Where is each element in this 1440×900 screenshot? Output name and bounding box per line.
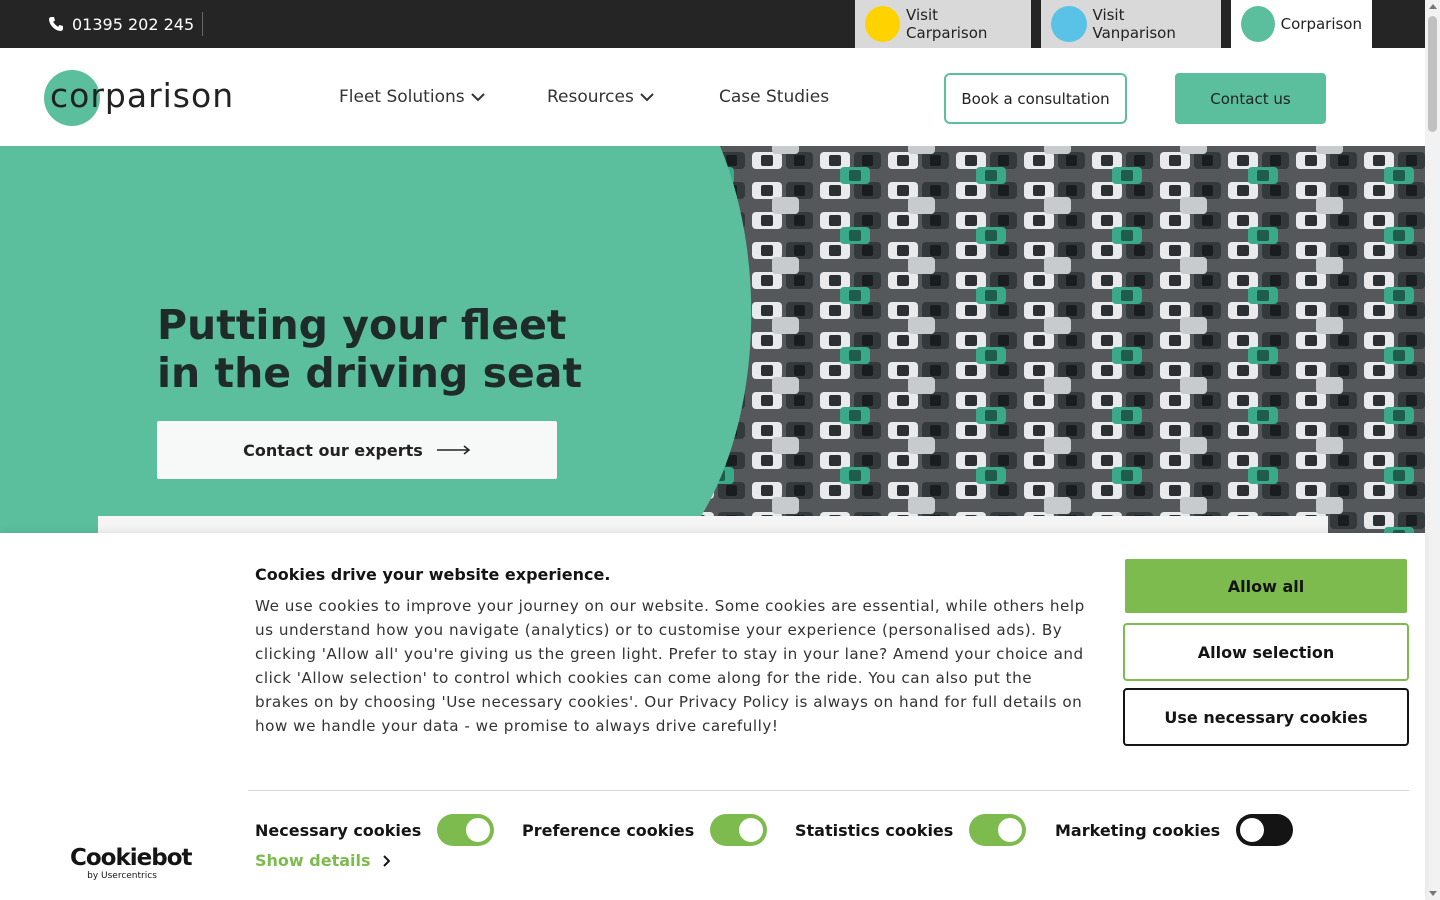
corparison-logo[interactable]: corparison [44,70,244,126]
nav-resources-label: Resources [547,87,634,107]
toggle-knob [466,818,491,842]
statistics-cookies-toggle[interactable] [969,814,1027,846]
corparison-tab[interactable]: Corparison [1231,0,1372,48]
toggle-knob [1240,818,1265,842]
cookie-description: We use cookies to improve your journey o… [255,597,1085,735]
hero-card-edge [98,516,1328,533]
visit-carparison-tab[interactable]: Visit Carparison [855,0,1031,48]
marketing-cookies-toggle-group: Marketing cookies [1055,812,1294,848]
preference-cookies-toggle-group: Preference cookies [522,812,768,848]
preference-cookies-toggle[interactable] [710,814,768,846]
toggle-knob [998,818,1023,842]
use-necessary-cookies-button[interactable]: Use necessary cookies [1123,688,1409,746]
cookiebot-brand-by: by Usercentrics [87,871,157,881]
vanparison-dot-icon [1051,6,1087,42]
cookiebot-logo[interactable]: Cookiebot by Usercentrics [70,845,193,882]
contact-our-experts-button[interactable]: Contact our experts [157,421,557,479]
nav-fleet-solutions[interactable]: Fleet Solutions [339,48,485,146]
show-details-link[interactable]: Show details [255,851,390,870]
cookiebot-brand-name: Cookiebot [70,845,193,871]
phone-number: 01395 202 245 [72,14,195,34]
necessary-cookies-label: Necessary cookies [255,820,422,840]
marketing-cookies-label: Marketing cookies [1055,820,1221,840]
phone-icon [49,17,63,31]
statistics-cookies-label: Statistics cookies [795,820,954,840]
chevron-down-icon [470,92,485,101]
book-consultation-button[interactable]: Book a consultation [944,73,1127,124]
hero-title-line1: Putting your fleet [157,301,567,349]
corparison-label: Corparison [1280,15,1362,33]
page-scrollbar[interactable] [1425,0,1440,900]
marketing-cookies-toggle[interactable] [1236,814,1294,846]
visit-carparison-label: Visit Carparison [906,6,988,42]
allow-all-button[interactable]: Allow all [1125,559,1407,613]
visit-vanparison-label: Visit Vanparison [1092,6,1176,42]
visit-vanparison-tab[interactable]: Visit Vanparison [1041,0,1221,48]
nav-fleet-solutions-label: Fleet Solutions [339,87,465,107]
contact-us-button[interactable]: Contact us [1175,73,1326,124]
topbar-divider [202,12,203,36]
top-bar: 01395 202 245 Visit Carparison Visit Van… [0,0,1425,48]
contact-our-experts-label: Contact our experts [243,440,423,460]
cookie-banner: Cookies drive your website experience. W… [0,533,1425,900]
logo-text: corparison [50,76,235,115]
corparison-dot-icon [1241,6,1275,42]
carparison-dot-icon [865,6,901,42]
statistics-cookies-toggle-group: Statistics cookies [795,812,1027,848]
hero-title-line2: in the driving seat [157,349,583,397]
scroll-up-icon[interactable] [1429,4,1437,9]
nav-case-studies-label: Case Studies [719,87,830,107]
site-header: corparison Fleet Solutions Resources Cas… [0,48,1425,146]
hero-section: Putting your fleet in the driving seat C… [0,146,1425,533]
necessary-cookies-toggle[interactable] [437,814,495,846]
phone-link[interactable]: 01395 202 245 [48,0,194,48]
preference-cookies-label: Preference cookies [522,820,695,840]
show-details-label: Show details [255,851,371,870]
hero-title: Putting your fleet in the driving seat [157,301,617,397]
chevron-down-icon [640,92,654,101]
cookie-divider [248,790,1409,791]
nav-case-studies[interactable]: Case Studies [719,48,829,146]
scroll-thumb[interactable] [1428,16,1437,132]
nav-resources[interactable]: Resources [547,48,654,146]
toggle-knob [739,818,764,842]
arrow-right-icon [436,445,471,455]
necessary-cookies-toggle-group: Necessary cookies [255,812,495,848]
allow-selection-button[interactable]: Allow selection [1123,623,1409,681]
scroll-down-icon[interactable] [1429,891,1437,896]
cookie-title: Cookies drive your website experience. [255,565,611,584]
chevron-right-icon [382,854,390,867]
